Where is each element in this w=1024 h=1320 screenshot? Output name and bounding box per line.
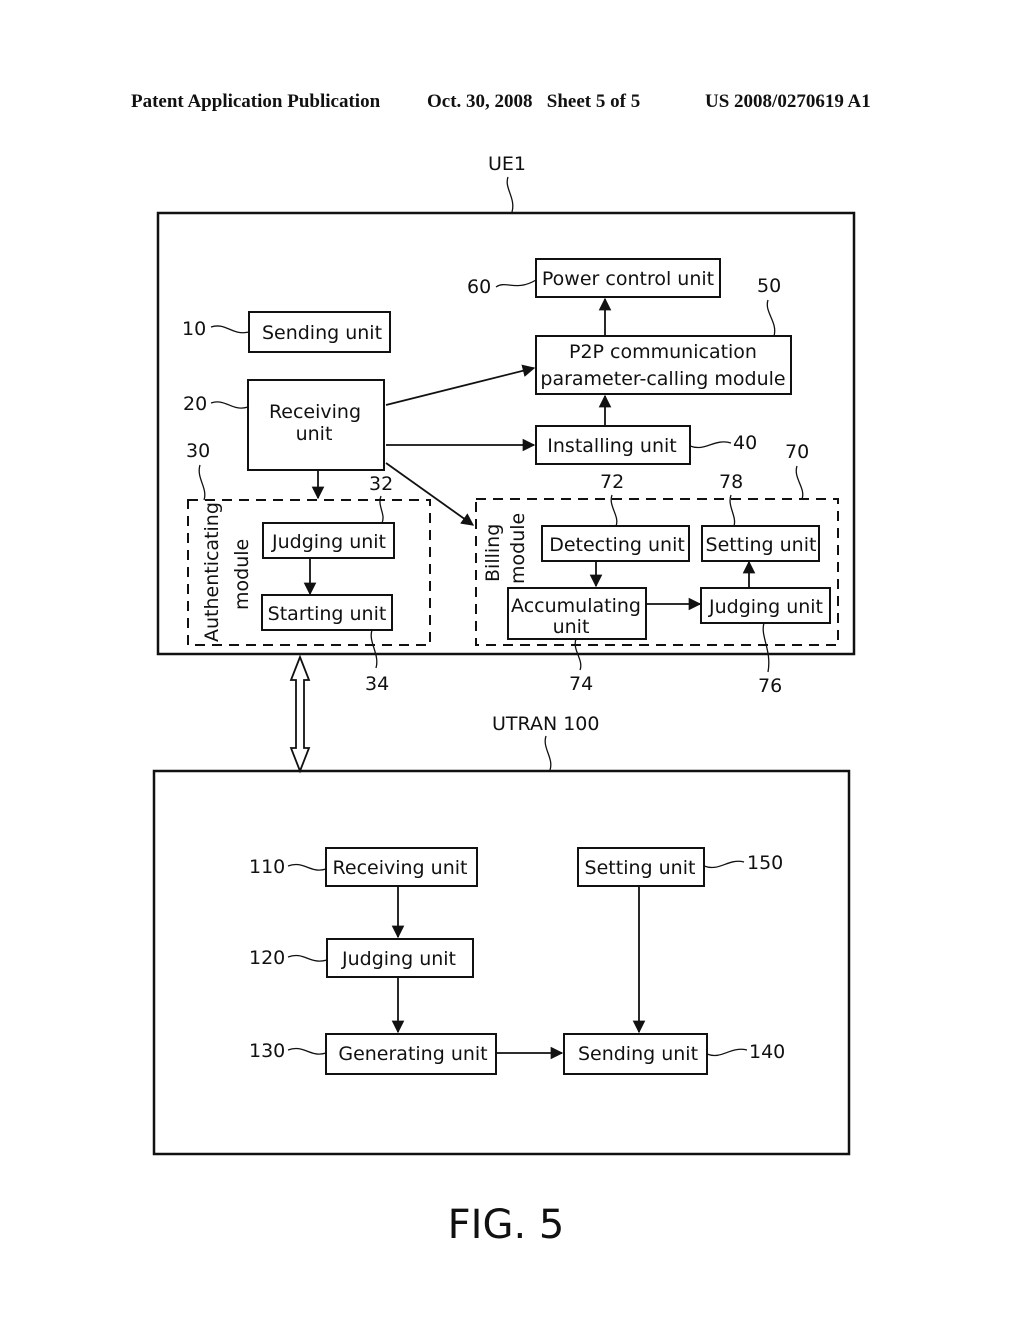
ref-10: 10 bbox=[182, 318, 206, 340]
ue-title: UE1 bbox=[488, 153, 526, 175]
p2p-module-line2: parameter-calling module bbox=[540, 368, 785, 390]
billing-module-line1: Billing bbox=[482, 524, 504, 582]
ref-110: 110 bbox=[249, 856, 285, 878]
accumulating-unit-line2: unit bbox=[553, 616, 590, 638]
generating-unit-label: Generating unit bbox=[338, 1043, 487, 1065]
utran-sending-unit-label: Sending unit bbox=[578, 1043, 698, 1065]
receiving-unit-line2: unit bbox=[296, 423, 333, 445]
figure-label: FIG. 5 bbox=[448, 1202, 565, 1248]
leader-20 bbox=[210, 401, 249, 409]
leader-10 bbox=[210, 325, 250, 334]
arrow-receiving-to-p2p bbox=[385, 364, 536, 406]
leader-50 bbox=[766, 299, 776, 337]
utran-judging-unit-label: Judging unit bbox=[341, 948, 456, 970]
ue-leader bbox=[506, 176, 514, 213]
detecting-unit-label: Detecting unit bbox=[549, 534, 685, 556]
utran-setting-unit-label: Setting unit bbox=[585, 857, 696, 879]
ref-30: 30 bbox=[186, 440, 210, 462]
ref-78: 78 bbox=[719, 471, 743, 493]
leader-40 bbox=[689, 441, 732, 449]
leader-140 bbox=[706, 1048, 748, 1057]
installing-unit-label: Installing unit bbox=[547, 435, 676, 457]
ref-72: 72 bbox=[600, 471, 624, 493]
ref-74: 74 bbox=[569, 673, 593, 695]
header-patent-number: US 2008/0270619 A1 bbox=[705, 91, 871, 112]
ref-76: 76 bbox=[758, 675, 782, 697]
utran-receiving-unit-label: Receiving unit bbox=[333, 857, 468, 879]
leader-76 bbox=[762, 622, 770, 673]
leader-30 bbox=[198, 464, 206, 501]
sending-unit-label: Sending unit bbox=[262, 322, 382, 344]
ref-140: 140 bbox=[749, 1041, 785, 1063]
leader-150 bbox=[703, 860, 745, 869]
ref-70: 70 bbox=[785, 441, 809, 463]
ref-32: 32 bbox=[369, 473, 393, 495]
auth-judging-unit-label: Judging unit bbox=[271, 531, 386, 553]
ref-34: 34 bbox=[365, 673, 389, 695]
power-control-unit-label: Power control unit bbox=[542, 268, 714, 290]
leader-120 bbox=[287, 954, 328, 962]
starting-unit-label: Starting unit bbox=[268, 603, 387, 625]
ref-150: 150 bbox=[747, 852, 783, 874]
accumulating-unit-line1: Accumulating bbox=[511, 595, 641, 617]
authenticating-module-line2: module bbox=[231, 539, 253, 610]
ref-40: 40 bbox=[733, 432, 757, 454]
billing-setting-unit-label: Setting unit bbox=[706, 534, 817, 556]
ref-50: 50 bbox=[757, 275, 781, 297]
leader-70 bbox=[795, 465, 804, 500]
ref-130: 130 bbox=[249, 1040, 285, 1062]
leader-60 bbox=[495, 279, 537, 288]
ref-20: 20 bbox=[183, 393, 207, 415]
ref-120: 120 bbox=[249, 947, 285, 969]
bidirectional-arrow-icon bbox=[289, 654, 311, 774]
receiving-unit-line1: Receiving bbox=[269, 401, 361, 423]
billing-module-line2: module bbox=[507, 513, 529, 584]
p2p-module-line1: P2P communication bbox=[569, 341, 757, 363]
ref-60: 60 bbox=[467, 276, 491, 298]
leader-130 bbox=[287, 1047, 327, 1055]
billing-judging-unit-label: Judging unit bbox=[708, 596, 823, 618]
utran-title: UTRAN 100 bbox=[492, 713, 599, 735]
leader-110 bbox=[287, 863, 327, 871]
utran-leader bbox=[544, 735, 552, 771]
leader-34 bbox=[370, 629, 378, 669]
authenticating-module-line1: Authenticating bbox=[201, 502, 223, 642]
header-date-sheet: Oct. 30, 2008 Sheet 5 of 5 bbox=[427, 91, 640, 112]
block-diagram: Patent Application Publication Oct. 30, … bbox=[131, 91, 871, 1248]
header-publication: Patent Application Publication bbox=[131, 91, 381, 112]
